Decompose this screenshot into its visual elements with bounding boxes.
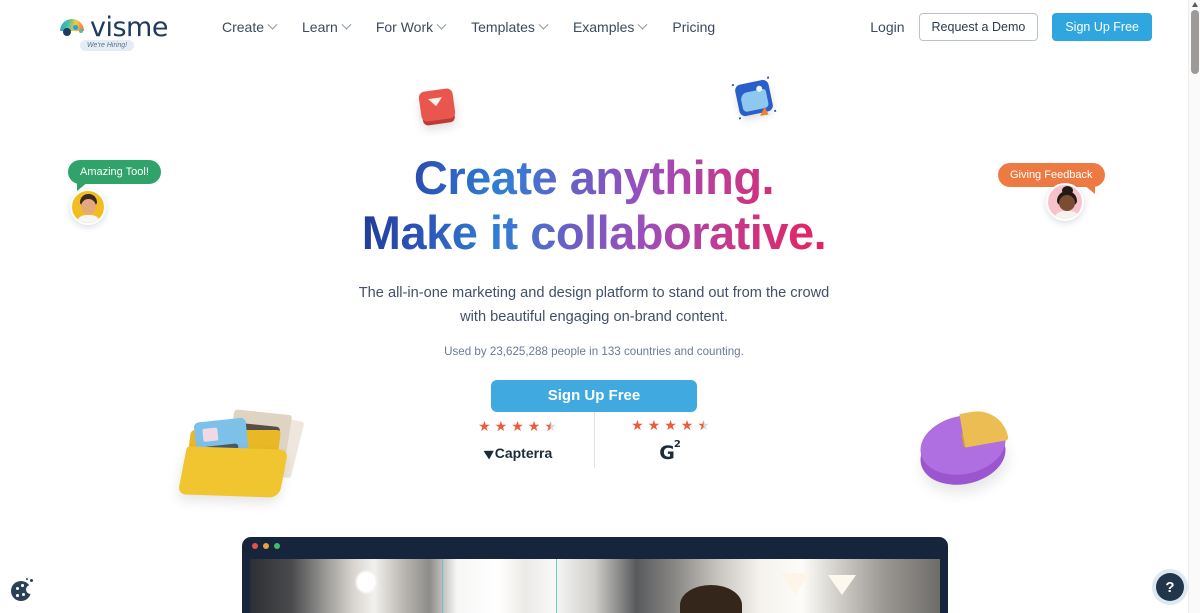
scrollbar[interactable] (1188, 0, 1200, 613)
star-icon: ★ (647, 416, 661, 433)
hiring-badge[interactable]: We're Hiring! (80, 40, 135, 51)
g2-brand: G2 (619, 440, 723, 464)
chevron-down-icon (341, 19, 352, 30)
nav-item-pricing[interactable]: Pricing (672, 19, 715, 35)
speech-bubble-giving-feedback: Giving Feedback (998, 163, 1105, 194)
header-actions: Login Request a Demo Sign Up Free (870, 13, 1152, 41)
visme-logo[interactable]: visme We're Hiring! (60, 0, 168, 54)
headline-line-1: Create anything. (413, 151, 775, 204)
page-title: Create anything. Make it collaborative. (362, 150, 826, 261)
nav-label: For Work (375, 19, 434, 35)
nav-item-learn[interactable]: Learn (302, 19, 352, 35)
chevron-down-icon (538, 19, 549, 30)
video-play-icon (418, 87, 456, 123)
star-rating: ★ ★ ★ ★ ★ (619, 418, 723, 434)
folder-documents-icon (177, 404, 306, 504)
rating-capterra[interactable]: ★ ★ ★ ★ ★ Capterra (466, 419, 570, 461)
scrollbar-thumb[interactable] (1191, 10, 1199, 74)
star-icon: ★ (664, 416, 677, 433)
star-icon: ★ (494, 418, 508, 434)
star-icon: ★ (680, 416, 694, 433)
female-avatar (1046, 183, 1084, 221)
speech-bubble-amazing-tool: Amazing Tool! (68, 160, 161, 191)
product-video-mockup[interactable] (242, 537, 948, 613)
visme-logo-icon (60, 16, 86, 38)
star-icon: ★ (631, 416, 644, 433)
scroll-up-arrow-icon[interactable] (1192, 2, 1198, 7)
nav-item-examples[interactable]: Examples (572, 19, 648, 35)
site-header: visme We're Hiring! Create Learn For Wor… (0, 0, 1188, 54)
window-maximize-dot (274, 543, 280, 549)
subhead-line-2: with beautiful engaging on-brand content… (460, 308, 728, 325)
star-half-icon: ★ (697, 416, 710, 433)
pie-chart-icon (914, 404, 1014, 496)
hero-subheading: The all-in-one marketing and design plat… (0, 281, 1188, 329)
help-button[interactable]: ? (1156, 573, 1184, 601)
divider (593, 412, 595, 468)
window-minimize-dot (263, 543, 269, 549)
chevron-down-icon (637, 19, 648, 30)
nav-label: Examples (572, 19, 635, 35)
nav-label: Pricing (672, 19, 716, 35)
video-preview[interactable] (250, 559, 940, 613)
chevron-down-icon (436, 19, 447, 30)
star-icon: ★ (511, 418, 524, 434)
testimonial-bubble-left: Amazing Tool! (68, 160, 161, 225)
nav-item-for-work[interactable]: For Work (375, 19, 447, 35)
star-half-icon: ★ (544, 418, 557, 434)
main-nav: Create Learn For Work Templates Examples… (222, 19, 715, 35)
image-placeholder-icon (730, 75, 778, 121)
landing-page: visme We're Hiring! Create Learn For Wor… (0, 0, 1200, 613)
testimonial-bubble-right: Giving Feedback (998, 163, 1105, 221)
g2-letter: G (659, 441, 675, 464)
usage-stat: Used by 23,625,288 people in 133 countri… (444, 345, 744, 359)
rating-g2[interactable]: ★ ★ ★ ★ ★ G2 (619, 418, 723, 463)
g2-superscript: 2 (673, 439, 681, 451)
nav-label: Create (221, 19, 264, 35)
browser-titlebar (242, 537, 948, 555)
headline-line-2: Make it collaborative. (361, 206, 827, 260)
capterra-brand: Capterra (466, 445, 570, 461)
subhead-line-1: The all-in-one marketing and design plat… (358, 284, 830, 301)
header-signup-button[interactable]: Sign Up Free (1052, 13, 1152, 41)
capterra-arrow-icon (480, 446, 494, 460)
g2-logo-icon: G2 (659, 440, 682, 464)
cookie-consent-icon[interactable] (10, 578, 35, 603)
capterra-label: Capterra (494, 445, 553, 461)
window-close-dot (252, 543, 258, 549)
login-link[interactable]: Login (870, 19, 904, 35)
star-rating: ★ ★ ★ ★ ★ (466, 419, 570, 435)
male-avatar (70, 189, 106, 225)
nav-item-create[interactable]: Create (221, 19, 278, 35)
nav-item-templates[interactable]: Templates (471, 19, 549, 35)
request-demo-button[interactable]: Request a Demo (918, 13, 1039, 41)
logo-text: visme (90, 11, 168, 43)
star-icon: ★ (478, 418, 491, 434)
hero-signup-button[interactable]: Sign Up Free (491, 380, 697, 413)
star-icon: ★ (527, 418, 541, 434)
chevron-down-icon (267, 19, 278, 30)
nav-label: Learn (302, 19, 338, 35)
nav-label: Templates (471, 19, 535, 35)
